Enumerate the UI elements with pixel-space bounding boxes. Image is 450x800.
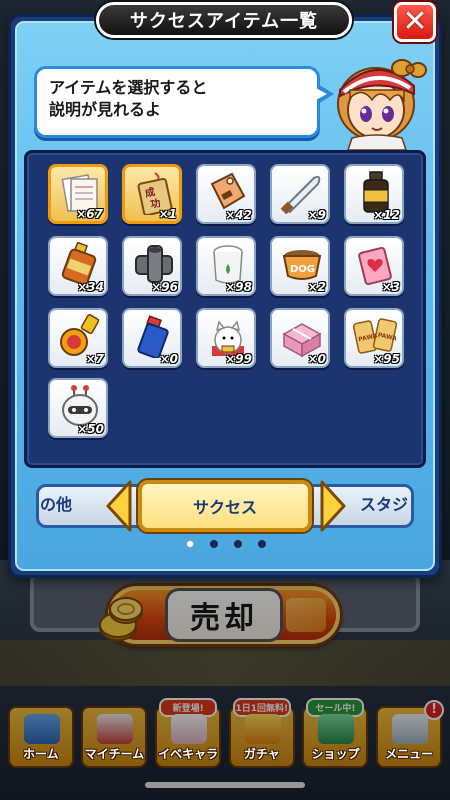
item-count: ×98: [225, 280, 252, 294]
nav-menu-label: メニュー: [385, 747, 434, 761]
shop-icon: [318, 714, 355, 744]
nav-shop-label: ショップ: [311, 747, 360, 761]
hint-line-2: 説明が見れるよ: [49, 100, 162, 119]
item-count: ×2: [307, 280, 326, 294]
page-dot-1: [186, 540, 194, 548]
item-count: ×42: [225, 208, 252, 222]
bottom-navigation: ホーム マイチーム 新登場! イベキャラ 1日1回無料! ガチャ セール中! シ…: [0, 688, 450, 768]
coins-icon: [99, 597, 143, 641]
item-count: ×34: [77, 280, 104, 294]
item-slot-16[interactable]: ×50: [48, 378, 108, 438]
item-count: ×99: [225, 352, 252, 366]
item-slot-15[interactable]: PAWA PAWA ×95: [344, 308, 404, 368]
page-dot-2: [210, 540, 218, 548]
item-count: ×9: [307, 208, 326, 222]
item-slot-7[interactable]: ×96: [122, 236, 182, 296]
hint-line-1: アイテムを選択すると: [49, 78, 208, 97]
category-carousel: の他 スタジ サクセス: [30, 478, 420, 534]
item-slot-3[interactable]: ×42: [196, 164, 256, 224]
item-slot-8[interactable]: ×98: [196, 236, 256, 296]
page-indicator: [186, 540, 266, 550]
item-count: ×50: [77, 422, 104, 436]
arrow-left-icon[interactable]: [104, 478, 134, 534]
item-count: ×96: [151, 280, 178, 294]
item-slot-12[interactable]: ×0: [122, 308, 182, 368]
nav-shop[interactable]: セール中! ショップ: [302, 698, 369, 768]
page-dot-4: [258, 540, 266, 548]
nav-menu[interactable]: ! メニュー: [376, 700, 445, 768]
item-count: ×12: [373, 208, 400, 222]
guide-character-avatar: [337, 59, 427, 150]
home-book-icon: [23, 714, 60, 744]
close-button[interactable]: ✕: [394, 2, 436, 42]
item-slot-13[interactable]: ×99: [196, 308, 256, 368]
item-slot-14[interactable]: ×0: [270, 308, 330, 368]
background-strip: [0, 640, 450, 686]
item-slot-5[interactable]: ×12: [344, 164, 404, 224]
item-slot-11[interactable]: ×7: [48, 308, 108, 368]
item-count: ×1: [158, 207, 177, 221]
page-dot-3: [234, 540, 242, 548]
item-slot-10[interactable]: ×3: [344, 236, 404, 296]
sell-decoration: [286, 598, 326, 632]
modal-title-bar: サクセスアイテム一覧: [96, 2, 352, 38]
item-count: ×67: [76, 207, 103, 221]
nav-home-label: ホーム: [23, 747, 59, 761]
nav-event-chara-label: イベキャラ: [158, 747, 219, 761]
nav-my-team[interactable]: マイチーム: [81, 706, 148, 768]
item-slot-9[interactable]: DOG ×2: [270, 236, 330, 296]
item-count: ×0: [159, 352, 178, 366]
nav-home[interactable]: ホーム: [7, 706, 74, 768]
home-indicator[interactable]: [145, 782, 305, 788]
category-current-label: サクセス: [192, 498, 257, 517]
item-count: ×0: [307, 352, 326, 366]
nav-gacha-label: ガチャ: [243, 747, 280, 761]
item-slot-6[interactable]: ×34: [48, 236, 108, 296]
item-count: ×3: [381, 280, 400, 294]
category-current[interactable]: サクセス: [138, 480, 312, 532]
modal-title: サクセスアイテム一覧: [129, 11, 319, 32]
category-prev-label[interactable]: の他: [40, 491, 72, 515]
sell-button-label: 売却: [165, 588, 283, 642]
nav-gacha[interactable]: 1日1回無料! ガチャ: [228, 698, 295, 768]
hint-speech-bubble: アイテムを選択すると 説明が見れるよ: [34, 66, 320, 138]
close-icon: ✕: [402, 4, 428, 39]
arrow-right-icon[interactable]: [318, 478, 348, 534]
nav-my-team-label: マイチーム: [84, 747, 145, 761]
category-next-label[interactable]: スタジ: [360, 491, 408, 515]
item-slot-2[interactable]: 成 功 ×1: [122, 164, 182, 224]
item-count: ×7: [85, 352, 104, 366]
nav-event-chara[interactable]: 新登場! イベキャラ: [155, 698, 222, 768]
team-players-icon: [97, 714, 134, 744]
item-count: ×95: [373, 352, 400, 366]
gacha-icon: [244, 714, 281, 744]
sell-button[interactable]: 売却: [99, 586, 340, 644]
svg-text:DOG: DOG: [290, 264, 315, 275]
event-chara-icon: [171, 714, 208, 744]
item-slot-1[interactable]: ×67: [48, 164, 108, 224]
menu-notebook-icon: [392, 714, 429, 744]
item-slot-4[interactable]: ×9: [270, 164, 330, 224]
